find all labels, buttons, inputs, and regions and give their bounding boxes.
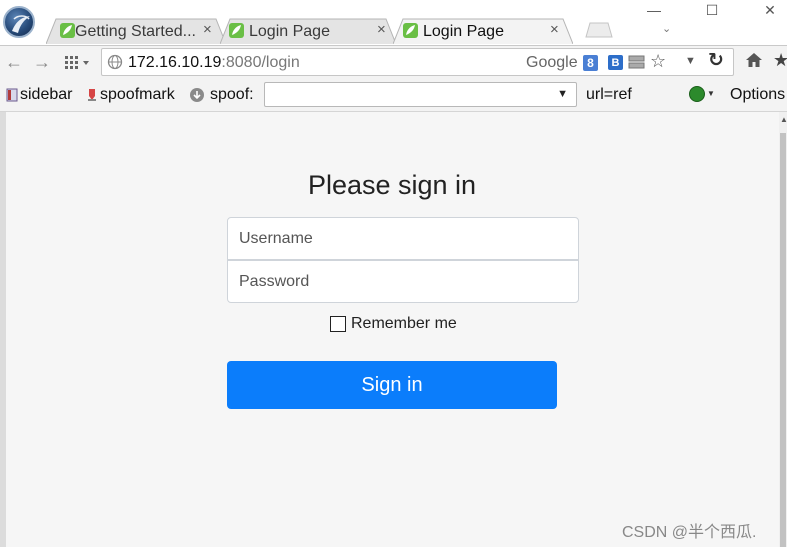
server-icon[interactable] xyxy=(628,55,645,70)
bookmark-options[interactable]: Options xyxy=(730,86,785,104)
watermark: CSDN @半个西瓜. xyxy=(622,524,757,541)
extension-dropdown-icon[interactable]: ▼ xyxy=(707,89,715,98)
close-icon: ✕ xyxy=(764,1,776,18)
bookmark-bar: sidebar spoofmark spoof: ▼ url=ref ▼ Opt… xyxy=(0,77,787,112)
remember-me[interactable]: Remember me xyxy=(330,315,457,333)
b-extension-icon[interactable]: B xyxy=(608,55,623,70)
tab-list-chevron-icon[interactable]: ⌄ xyxy=(662,22,671,35)
home-icon[interactable] xyxy=(745,51,763,69)
back-button[interactable]: ← xyxy=(4,50,24,74)
reload-icon[interactable]: ↻ xyxy=(708,49,724,72)
password-field[interactable] xyxy=(227,260,579,303)
star-icon[interactable]: ★ xyxy=(773,50,787,71)
tab-close-icon[interactable]: × xyxy=(377,21,386,38)
username-field[interactable] xyxy=(227,217,579,260)
close-window-button[interactable]: ✕ xyxy=(750,0,787,20)
dropdown-arrow-icon[interactable]: ▼ xyxy=(685,55,696,67)
url-path: :8080/login xyxy=(221,54,300,71)
leaf-favicon-icon xyxy=(403,23,418,38)
maximize-icon: ☐ xyxy=(705,1,719,18)
globe-icon xyxy=(107,54,123,70)
tab-close-icon[interactable]: × xyxy=(550,21,559,38)
navigation-toolbar: ← → 172.16.10.19:8080/login Google 8 B ☆… xyxy=(0,45,787,77)
forward-button[interactable]: → xyxy=(32,50,52,74)
browser-logo-icon[interactable] xyxy=(3,6,35,38)
bookmark-sidebar[interactable]: sidebar xyxy=(20,86,72,104)
arrow-left-icon: ← xyxy=(5,51,23,72)
search-engine-label[interactable]: Google xyxy=(526,54,578,72)
minimize-icon: — xyxy=(647,2,661,18)
spoofmark-icon xyxy=(88,89,96,101)
bookmark-spoof-label: spoof: xyxy=(210,86,254,103)
leaf-favicon-icon xyxy=(229,23,244,38)
apps-button[interactable] xyxy=(62,50,92,74)
leaf-favicon-icon xyxy=(60,23,75,38)
new-tab-button[interactable] xyxy=(584,22,614,38)
maximize-button[interactable]: ☐ xyxy=(692,0,732,20)
scroll-up-icon[interactable]: ▲ xyxy=(780,115,787,124)
spoof-select[interactable]: ▼ xyxy=(264,82,577,107)
chevron-down-icon: ▼ xyxy=(557,88,568,100)
scrollbar-thumb[interactable] xyxy=(780,133,786,547)
apps-grid-icon xyxy=(65,56,89,69)
sign-in-button[interactable]: Sign in xyxy=(227,361,557,409)
bookmark-spoofmark[interactable]: spoofmark xyxy=(100,86,175,104)
tab-getting-started[interactable]: Getting Started... × xyxy=(46,18,226,44)
remember-me-checkbox[interactable] xyxy=(330,316,346,332)
extension-green-icon[interactable] xyxy=(689,86,705,102)
tab-login-page[interactable]: Login Page × xyxy=(220,18,396,44)
google-badge-icon[interactable]: 8 xyxy=(583,55,598,71)
page-title: Please sign in xyxy=(307,170,477,200)
remember-me-label: Remember me xyxy=(351,315,457,332)
url-host: 172.16.10.19 xyxy=(128,54,222,71)
sidebar-bookmark-icon xyxy=(6,88,18,102)
bookmark-url-ref[interactable]: url=ref xyxy=(586,86,632,104)
address-bar[interactable]: 172.16.10.19:8080/login Google 8 B ☆ ▼ xyxy=(101,48,734,76)
vertical-scrollbar[interactable]: ▲ xyxy=(779,112,787,547)
tab-login-page-active[interactable]: Login Page × xyxy=(393,18,573,44)
spoof-icon xyxy=(190,88,204,102)
arrow-right-icon: → xyxy=(33,51,51,72)
browser-titlebar: Getting Started... × Login Page × Login … xyxy=(0,0,787,45)
tab-close-icon[interactable]: × xyxy=(203,21,212,38)
minimize-button[interactable]: — xyxy=(634,0,674,20)
tab-title: Getting Started... xyxy=(75,23,196,40)
bookmark-star-icon[interactable]: ☆ xyxy=(650,51,666,72)
tab-title: Login Page xyxy=(423,23,504,40)
tab-title: Login Page xyxy=(249,23,330,40)
url-text[interactable]: 172.16.10.19:8080/login xyxy=(128,54,300,72)
